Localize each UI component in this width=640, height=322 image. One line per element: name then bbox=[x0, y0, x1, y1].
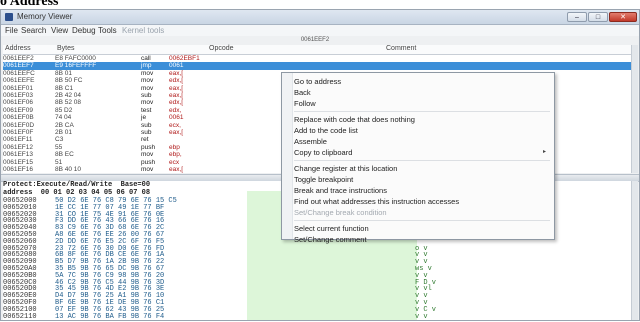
menu-item-back[interactable]: Back bbox=[294, 87, 552, 98]
menu-view[interactable]: View bbox=[51, 26, 68, 35]
menu-item-label: Change register at this location bbox=[294, 164, 398, 173]
menu-bar: File Search View Debug Tools Kernel tool… bbox=[1, 25, 639, 36]
maximize-button[interactable]: □ bbox=[588, 12, 608, 22]
menu-item-go-to-address[interactable]: Go to address bbox=[294, 76, 552, 87]
memory-viewer-window: Memory Viewer – □ ✕ File Search View Deb… bbox=[0, 9, 640, 321]
row-args: eax,[ bbox=[169, 166, 184, 173]
menu-item-label: Assemble bbox=[294, 137, 327, 146]
menu-item-follow[interactable]: Follow bbox=[294, 98, 552, 109]
menu-item-label: Find out what addresses this instruction… bbox=[294, 197, 460, 206]
header-address[interactable]: Address bbox=[5, 45, 31, 52]
context-menu-gutter bbox=[282, 73, 293, 239]
hex-row-bytes: 13 AC 9B 76 BA FB 9B 76 F4 bbox=[55, 312, 165, 321]
menu-item-set-change-break-condition[interactable]: Set/Change break condition bbox=[294, 207, 552, 218]
app-icon bbox=[5, 13, 13, 21]
menu-item-label: Back bbox=[294, 88, 311, 97]
menu-item-label: Go to address bbox=[294, 77, 342, 86]
context-menu: Go to address Back Follow Replace with code… bbox=[281, 72, 555, 244]
menu-item-break-and-trace-instructions[interactable]: Break and trace instructions bbox=[294, 185, 552, 196]
row-address: 0061EF16 bbox=[3, 166, 33, 173]
menu-item-label: Select current function bbox=[294, 224, 369, 233]
submenu-arrow-icon: ▸ bbox=[542, 149, 546, 155]
menu-item-label: Toggle breakpoint bbox=[294, 175, 354, 184]
header-opcode[interactable]: Opcode bbox=[209, 45, 234, 52]
row-bytes: 8B 40 10 bbox=[55, 166, 82, 173]
menu-item-copy-to-clipboard[interactable]: Copy to clipboard ▸ bbox=[294, 147, 552, 158]
menu-item-label: Break and trace instructions bbox=[294, 186, 387, 195]
menu-separator bbox=[294, 160, 550, 161]
menu-debug[interactable]: Debug bbox=[72, 26, 96, 35]
menu-item-label: Add to the code list bbox=[294, 126, 358, 135]
menu-item-select-current-function[interactable]: Select current function bbox=[294, 223, 552, 234]
menu-item-change-register-at-this-location[interactable]: Change register at this location bbox=[294, 163, 552, 174]
disassembler-scrollbar[interactable] bbox=[631, 45, 638, 173]
hex-row-address: 00652110 bbox=[3, 312, 37, 321]
close-button[interactable]: ✕ bbox=[609, 12, 637, 22]
hex-row-ascii: v v bbox=[415, 312, 428, 321]
menu-item-assemble[interactable]: Assemble bbox=[294, 136, 552, 147]
menu-separator bbox=[294, 111, 550, 112]
menu-file[interactable]: File bbox=[5, 26, 18, 35]
menu-item-replace-with-code-that-does-nothing[interactable]: Replace with code that does nothing bbox=[294, 114, 552, 125]
hex-row[interactable]: 00652110 13 AC 9B 76 BA FB 9B 76 F4 v v bbox=[3, 313, 633, 322]
menu-separator bbox=[294, 220, 550, 221]
row-opcode: mov bbox=[141, 166, 154, 173]
current-address: 0061EEF2 bbox=[300, 37, 330, 43]
menu-item-set-change-comment[interactable]: Set/Change comment bbox=[294, 234, 552, 245]
menu-item-add-to-the-code-list[interactable]: Add to the code list bbox=[294, 125, 552, 136]
hex-scrollbar[interactable] bbox=[631, 181, 638, 320]
window-title: Memory Viewer bbox=[17, 12, 73, 21]
menu-item-toggle-breakpoint[interactable]: Toggle breakpoint bbox=[294, 174, 552, 185]
menu-item-find-out-what-addresses-this-instruction-accesses[interactable]: Find out what addresses this instruction… bbox=[294, 196, 552, 207]
menu-kernel-tools[interactable]: Kernel tools bbox=[122, 26, 164, 35]
title-bar[interactable]: Memory Viewer – □ ✕ bbox=[1, 10, 639, 25]
header-comment[interactable]: Comment bbox=[386, 45, 416, 52]
menu-item-label: Set/Change comment bbox=[294, 235, 367, 244]
menu-item-label: Copy to clipboard bbox=[294, 148, 353, 157]
menu-item-label: Replace with code that does nothing bbox=[294, 115, 415, 124]
menu-item-label: Set/Change break condition bbox=[294, 208, 387, 217]
minimize-button[interactable]: – bbox=[567, 12, 587, 22]
header-bytes[interactable]: Bytes bbox=[57, 45, 75, 52]
menu-item-label: Follow bbox=[294, 99, 316, 108]
disassembler-header: Address Bytes Opcode Comment bbox=[3, 45, 637, 55]
menu-search[interactable]: Search bbox=[21, 26, 46, 35]
menu-tools[interactable]: Tools bbox=[98, 26, 117, 35]
